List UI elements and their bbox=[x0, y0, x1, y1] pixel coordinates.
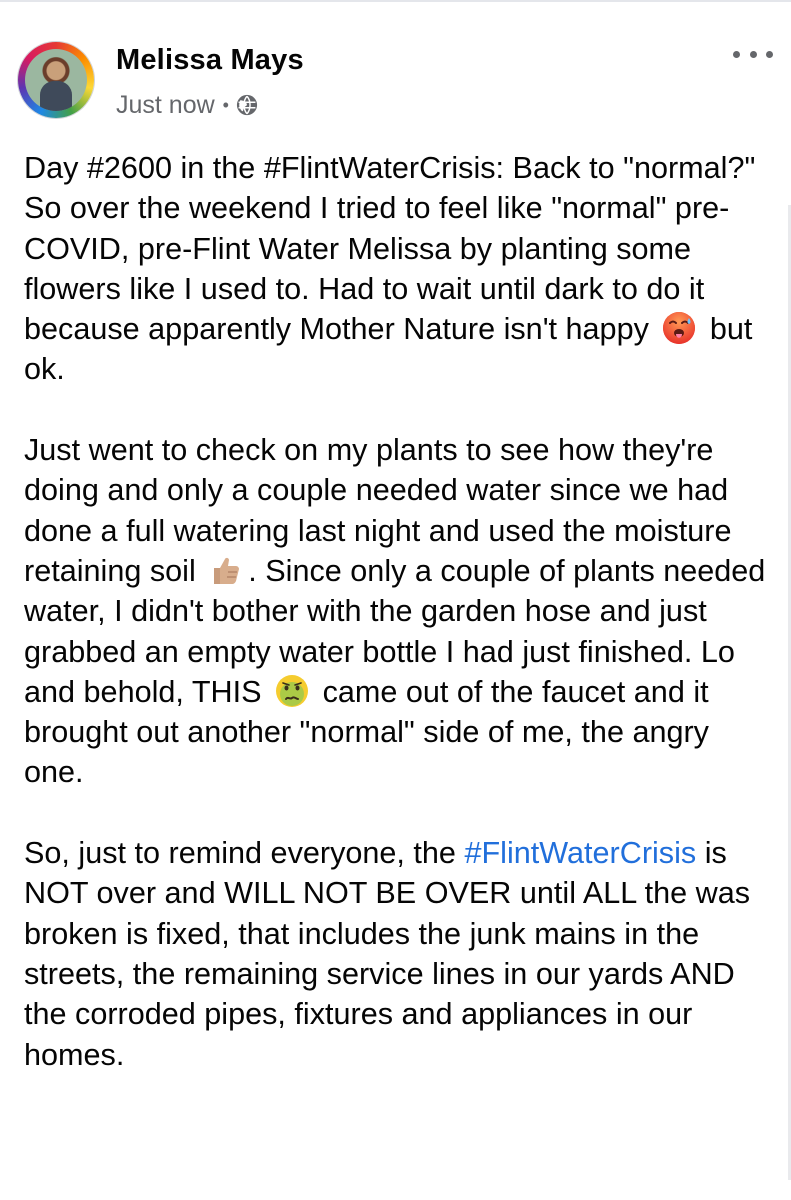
hot-face-emoji bbox=[663, 312, 696, 345]
meta-separator: • bbox=[222, 94, 229, 115]
profile-photo bbox=[25, 49, 87, 111]
thumbs-up-emoji bbox=[214, 557, 240, 584]
post-header: Melissa Mays Just now • bbox=[18, 38, 773, 128]
post-text: Day #2600 in the #FlintWaterCrisis: Back… bbox=[24, 148, 772, 1075]
nauseated-face-emoji bbox=[276, 674, 309, 707]
paragraph-3: So, just to remind everyone, the #FlintW… bbox=[24, 836, 751, 1072]
avatar[interactable] bbox=[18, 42, 94, 118]
hashtag-link[interactable]: #FlintWaterCrisis bbox=[464, 836, 696, 870]
more-options-icon[interactable] bbox=[733, 44, 773, 64]
timestamp[interactable]: Just now bbox=[116, 91, 215, 120]
post-meta: Just now • bbox=[116, 90, 258, 120]
globe-icon[interactable] bbox=[236, 94, 258, 116]
author-name[interactable]: Melissa Mays bbox=[116, 44, 304, 77]
paragraph-2: Just went to check on my plants to see h… bbox=[24, 433, 766, 790]
top-divider bbox=[0, 0, 791, 2]
paragraph-1: Day #2600 in the #FlintWaterCrisis: Back… bbox=[24, 151, 756, 387]
